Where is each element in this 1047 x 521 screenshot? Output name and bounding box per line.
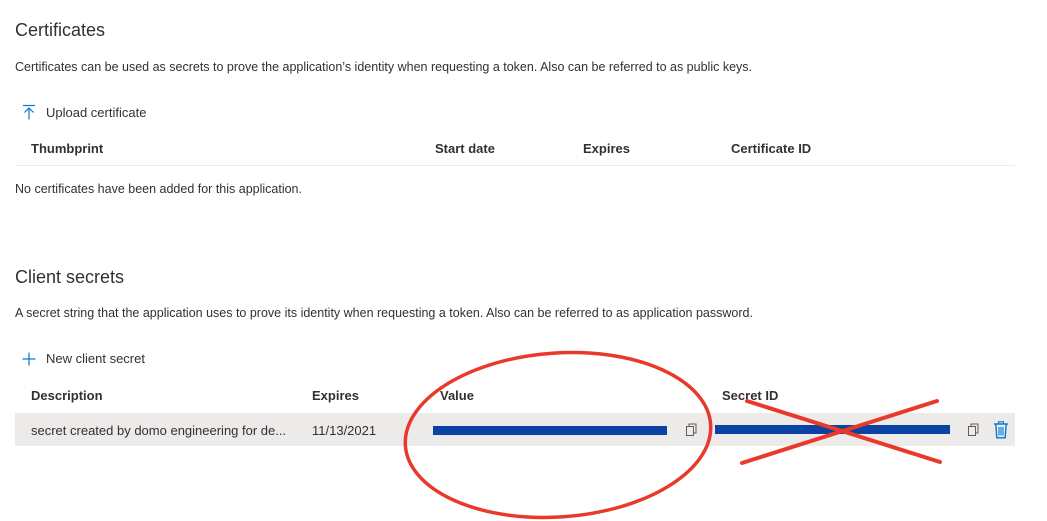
column-header-expires[interactable]: Expires — [312, 388, 359, 403]
column-header-certificate-id[interactable]: Certificate ID — [731, 141, 811, 156]
app-registration-certificates-secrets-page: Certificates Certificates can be used as… — [0, 0, 1047, 521]
plus-icon — [22, 352, 36, 366]
column-header-secret-id[interactable]: Secret ID — [722, 388, 778, 403]
trash-icon[interactable] — [993, 421, 1009, 439]
client-secrets-title: Client secrets — [15, 267, 125, 287]
new-client-secret-label: New client secret — [46, 351, 145, 366]
secret-value-redacted — [433, 426, 667, 435]
secret-expires: 11/13/2021 — [312, 423, 377, 438]
column-header-thumbprint[interactable]: Thumbprint — [31, 141, 103, 156]
certificates-table-header: Thumbprint Start date Expires Certificat… — [15, 133, 1015, 166]
new-client-secret-button[interactable]: New client secret — [22, 351, 145, 366]
certificates-description: Certificates can be used as secrets to p… — [15, 60, 752, 74]
secret-description: secret created by domo engineering for d… — [31, 423, 287, 438]
secret-id-redacted — [715, 425, 950, 434]
client-secrets-table-header: Description Expires Value Secret ID — [15, 380, 1015, 412]
certificates-title: Certificates — [15, 20, 106, 40]
client-secrets-description: A secret string that the application use… — [15, 306, 753, 320]
copy-value-icon[interactable] — [685, 423, 699, 437]
upload-certificate-label: Upload certificate — [46, 104, 147, 120]
upload-certificate-button[interactable]: Upload certificate — [22, 104, 146, 120]
column-header-start-date[interactable]: Start date — [435, 141, 495, 156]
column-header-description[interactable]: Description — [31, 388, 103, 403]
certificates-empty-message: No certificates have been added for this… — [15, 182, 302, 196]
column-header-value[interactable]: Value — [440, 388, 474, 403]
upload-icon — [22, 104, 36, 120]
column-header-expires[interactable]: Expires — [583, 141, 630, 156]
table-row[interactable]: secret created by domo engineering for d… — [15, 413, 1015, 446]
copy-secret-id-icon[interactable] — [967, 423, 981, 437]
